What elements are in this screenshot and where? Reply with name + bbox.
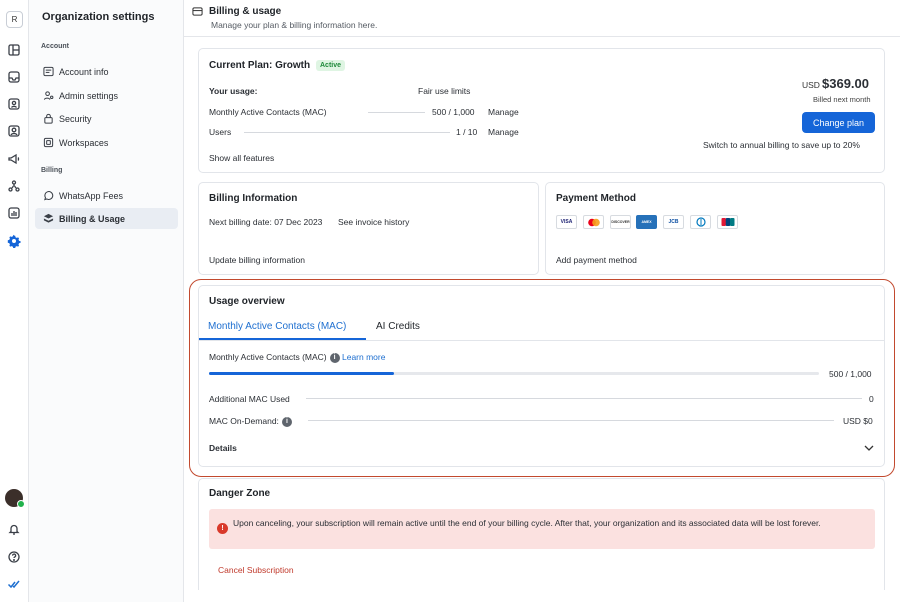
cancel-warning-text: Upon canceling, your subscription will r… bbox=[233, 518, 821, 528]
icon-rail: R bbox=[0, 0, 29, 602]
sidebar-item-billing-usage[interactable]: Billing & Usage bbox=[35, 208, 178, 229]
sidebar-title: Organization settings bbox=[42, 11, 155, 23]
discover-card-icon: DISCOVER bbox=[610, 215, 631, 229]
usage-overview-highlight bbox=[189, 279, 895, 477]
sidebar-item-label: Billing & Usage bbox=[59, 213, 126, 224]
whatsapp-icon bbox=[44, 191, 54, 201]
change-plan-button[interactable]: Change plan bbox=[802, 112, 875, 133]
avatar[interactable] bbox=[5, 489, 25, 508]
invoice-history-link[interactable]: See invoice history bbox=[338, 217, 409, 227]
jcb-card-icon: JCB bbox=[663, 215, 684, 229]
plan-title: Current Plan: Growth bbox=[209, 60, 311, 71]
amex-card-icon: AMEX bbox=[636, 215, 657, 229]
next-billing-date: Next billing date: 07 Dec 2023 bbox=[209, 217, 323, 227]
fair-use-link[interactable]: Fair use limits bbox=[418, 86, 470, 96]
reports-icon[interactable] bbox=[7, 206, 21, 220]
danger-zone-title: Danger Zone bbox=[209, 488, 271, 499]
brand-logo-icon bbox=[7, 577, 21, 591]
diners-club-icon bbox=[690, 215, 711, 229]
workspaces-icon bbox=[43, 137, 54, 148]
page-title: Billing & usage bbox=[209, 6, 282, 17]
dashboard-icon[interactable] bbox=[7, 43, 21, 57]
inbox-icon[interactable] bbox=[7, 70, 21, 84]
billing-icon bbox=[43, 213, 54, 223]
sidebar-item-account-info[interactable]: Account info bbox=[35, 61, 178, 82]
sidebar-item-security[interactable]: Security bbox=[35, 108, 178, 129]
mac-usage-value: 500 / 1,000 bbox=[432, 107, 475, 117]
payment-method-title: Payment Method bbox=[556, 193, 637, 204]
broadcast-icon[interactable] bbox=[7, 152, 21, 166]
notifications-bell-icon[interactable] bbox=[7, 522, 21, 536]
price-currency: USD bbox=[802, 80, 820, 90]
settings-gear-icon[interactable] bbox=[7, 234, 21, 249]
billing-card-icon bbox=[192, 6, 203, 17]
sidebar-item-workspaces[interactable]: Workspaces bbox=[35, 132, 178, 153]
mac-usage-label: Monthly Active Contacts (MAC) bbox=[209, 107, 327, 117]
admin-settings-icon bbox=[43, 91, 54, 100]
add-payment-method-link[interactable]: Add payment method bbox=[556, 255, 637, 265]
annual-billing-link[interactable]: Switch to annual billing to save up to 2… bbox=[703, 140, 860, 150]
lock-icon bbox=[44, 113, 53, 124]
workflows-icon[interactable] bbox=[7, 179, 21, 193]
account-info-icon bbox=[43, 66, 54, 77]
users-usage-value: 1 / 10 bbox=[456, 127, 478, 137]
billing-info-title: Billing Information bbox=[209, 193, 298, 204]
cancel-warning-banner: ! Upon canceling, your subscription will… bbox=[209, 509, 875, 549]
page-header: Billing & usage Manage your plan & billi… bbox=[184, 0, 900, 37]
settings-sidebar: Organization settings Account Account in… bbox=[29, 0, 184, 602]
help-icon[interactable] bbox=[7, 550, 21, 564]
visa-card-icon: VISA bbox=[556, 215, 577, 229]
sidebar-item-label: Workspaces bbox=[59, 137, 109, 148]
mac-usage-leader bbox=[368, 112, 425, 113]
manage-mac-link[interactable]: Manage bbox=[488, 107, 519, 117]
sidebar-item-whatsapp-fees[interactable]: WhatsApp Fees bbox=[35, 185, 178, 206]
your-usage-label: Your usage: bbox=[209, 86, 258, 96]
billed-note: Billed next month bbox=[813, 95, 871, 104]
status-badge: Active bbox=[316, 60, 346, 71]
sidebar-item-label: Security bbox=[59, 113, 92, 124]
unionpay-icon bbox=[717, 215, 738, 229]
workspace-switcher[interactable]: R bbox=[6, 11, 23, 28]
cancel-subscription-button[interactable]: Cancel Subscription bbox=[218, 565, 294, 575]
page-subtitle: Manage your plan & billing information h… bbox=[211, 20, 378, 30]
sidebar-section-billing: Billing bbox=[41, 167, 63, 174]
show-all-features-link[interactable]: Show all features bbox=[209, 153, 274, 163]
update-billing-link[interactable]: Update billing information bbox=[209, 255, 305, 265]
plan-price: $369.00 bbox=[822, 76, 869, 91]
online-status-dot bbox=[17, 500, 25, 508]
sidebar-item-label: WhatsApp Fees bbox=[59, 190, 124, 201]
manage-users-link[interactable]: Manage bbox=[488, 127, 519, 137]
sidebar-section-account: Account bbox=[41, 43, 69, 50]
sidebar-item-label: Admin settings bbox=[59, 90, 119, 101]
mastercard-icon bbox=[583, 215, 604, 229]
contacts-icon[interactable] bbox=[7, 97, 21, 111]
error-icon: ! bbox=[217, 523, 228, 534]
sidebar-item-label: Account info bbox=[59, 66, 109, 77]
sidebar-item-admin-settings[interactable]: Admin settings bbox=[35, 85, 178, 106]
users-usage-label: Users bbox=[209, 127, 232, 137]
users-usage-leader bbox=[244, 132, 450, 133]
user-icon[interactable] bbox=[7, 124, 21, 138]
